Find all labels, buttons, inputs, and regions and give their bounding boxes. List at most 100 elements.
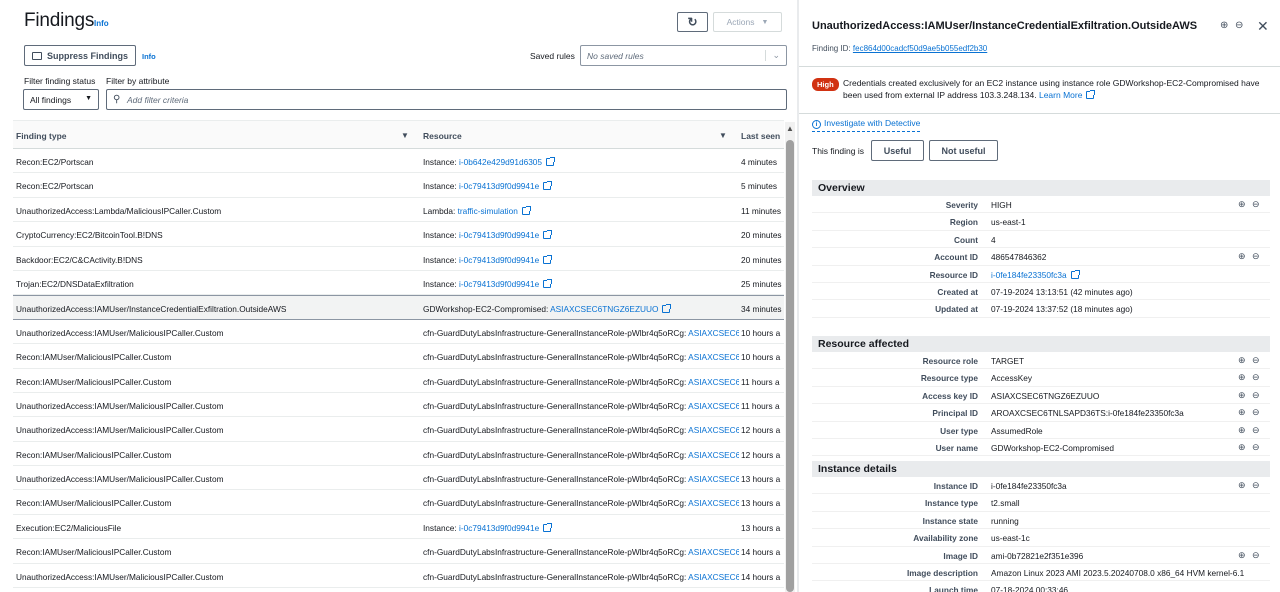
resource-link[interactable]: ASIAXCSEC6TNGZ6EZUUO <box>688 474 739 484</box>
refresh-button[interactable]: ↻ <box>677 12 708 32</box>
table-row[interactable]: Recon:IAMUser/MaliciousIPCaller.Custom cf… <box>13 442 784 467</box>
finding-type-cell[interactable]: Recon:IAMUser/MaliciousIPCaller.Custom <box>16 450 171 460</box>
finding-type-cell[interactable]: Backdoor:EC2/C&CActivity.B!DNS <box>16 255 143 265</box>
actions-dropdown-button[interactable]: Actions ▼ <box>713 12 782 32</box>
resource-link[interactable]: i-0b642e429d91d6305 <box>459 157 542 167</box>
zoom-in-icon[interactable]: ⊕ <box>1238 407 1246 418</box>
table-row[interactable]: Execution:EC2/MaliciousFile Instance: i-0… <box>13 515 784 540</box>
suppress-info-link[interactable]: Info <box>142 52 156 61</box>
resource-link[interactable]: i-0c79413d9f0d9941e <box>459 279 539 289</box>
table-row[interactable]: UnauthorizedAccess:IAMUser/InstanceCrede… <box>13 295 784 320</box>
finding-type-cell[interactable]: UnauthorizedAccess:IAMUser/InstanceCrede… <box>16 304 286 314</box>
resource-link[interactable]: i-0c79413d9f0d9941e <box>459 181 539 191</box>
zoom-out-icon[interactable]: ⊖ <box>1252 550 1260 561</box>
finding-type-cell[interactable]: Recon:IAMUser/MaliciousIPCaller.Custom <box>16 498 171 508</box>
resource-link[interactable]: ASIAXCSEC6TNGZ6EZUUO <box>688 401 739 411</box>
resource-link[interactable]: ASIAXCSEC6TNGZ6EZUUO <box>688 352 739 362</box>
table-row[interactable]: UnauthorizedAccess:IAMUser/MaliciousIPCa… <box>13 393 784 418</box>
table-row[interactable]: Recon:IAMUser/MaliciousIPCaller.Custom cf… <box>13 539 784 564</box>
table-row[interactable]: Trojan:EC2/DNSDataExfiltration Instance: … <box>13 271 784 296</box>
zoom-in-icon[interactable]: ⊕ <box>1238 442 1246 453</box>
investigate-detective-link[interactable]: i Investigate with Detective <box>812 118 921 132</box>
useful-button[interactable]: Useful <box>871 140 924 161</box>
table-row[interactable]: Recon:IAMUser/MaliciousIPCaller.Custom cf… <box>13 344 784 369</box>
saved-rules-select[interactable]: No saved rules ⌄ <box>580 45 787 66</box>
finding-type-cell[interactable]: Recon:EC2/Portscan <box>16 181 93 191</box>
finding-type-cell[interactable]: Recon:IAMUser/MaliciousIPCaller.Custom <box>16 377 171 387</box>
filter-caret-icon[interactable]: ▼ <box>401 131 409 140</box>
zoom-out-icon[interactable]: ⊖ <box>1252 425 1260 436</box>
col-finding-type[interactable]: Finding type <box>16 131 67 141</box>
zoom-in-icon[interactable]: ⊕ <box>1238 199 1246 210</box>
table-row[interactable]: CryptoCurrency:EC2/BitcoinTool.B!DNS Inst… <box>13 222 784 247</box>
zoom-in-icon[interactable]: ⊕ <box>1238 355 1246 366</box>
table-row[interactable]: UnauthorizedAccess:IAMUser/MaliciousIPCa… <box>13 417 784 442</box>
resource-link[interactable]: ASIAXCSEC6TNGZ6EZUUO <box>688 498 739 508</box>
scrollbar[interactable]: ▲ <box>785 122 795 592</box>
resource-link[interactable]: i-0c79413d9f0d9941e <box>459 230 539 240</box>
scroll-up-icon[interactable]: ▲ <box>786 124 794 133</box>
scroll-thumb[interactable] <box>786 140 794 592</box>
detail-value-link[interactable]: i-0fe184fe23350fc3a <box>991 269 1080 280</box>
resource-link[interactable]: ASIAXCSEC6TNGZ6EZUUO <box>688 328 739 338</box>
suppress-findings-button[interactable]: Suppress Findings <box>24 45 136 66</box>
finding-type-cell[interactable]: Recon:EC2/Portscan <box>16 157 93 167</box>
resource-link[interactable]: ASIAXCSEC6TNGZ6EZUUO <box>688 572 739 582</box>
zoom-out-icon[interactable]: ⊖ <box>1235 20 1243 31</box>
finding-type-cell[interactable]: CryptoCurrency:EC2/BitcoinTool.B!DNS <box>16 230 163 240</box>
finding-type-cell[interactable]: UnauthorizedAccess:Lambda/MaliciousIPCal… <box>16 206 221 216</box>
filter-caret-icon[interactable]: ▼ <box>719 131 727 140</box>
resource-link[interactable]: ASIAXCSEC6TNGZ6EZUUO <box>688 377 739 387</box>
finding-type-cell[interactable]: Recon:IAMUser/MaliciousIPCaller.Custom <box>16 547 171 557</box>
finding-type-cell[interactable]: Recon:IAMUser/MaliciousIPCaller.Custom <box>16 352 171 362</box>
table-row[interactable]: Recon:EC2/Portscan Instance: i-0b642e429d… <box>13 149 784 174</box>
zoom-in-icon[interactable]: ⊕ <box>1238 390 1246 401</box>
table-row[interactable]: UnauthorizedAccess:Lambda/MaliciousIPCal… <box>13 198 784 223</box>
finding-type-cell[interactable]: UnauthorizedAccess:IAMUser/MaliciousIPCa… <box>16 401 224 411</box>
zoom-out-icon[interactable]: ⊖ <box>1252 251 1260 262</box>
not-useful-button[interactable]: Not useful <box>929 140 998 161</box>
resource-link[interactable]: ASIAXCSEC6TNGZ6EZUUO <box>688 425 739 435</box>
resource-link[interactable]: i-0c79413d9f0d9941e <box>459 255 539 265</box>
table-row[interactable]: Recon:EC2/Portscan Instance: i-0c79413d9f… <box>13 173 784 198</box>
col-last-seen[interactable]: Last seen <box>741 131 780 141</box>
table-row[interactable]: Recon:IAMUser/MaliciousIPCaller.Custom cf… <box>13 369 784 393</box>
table-row[interactable]: Backdoor:EC2/C&CActivity.B!DNS Instance: … <box>13 247 784 271</box>
col-resource[interactable]: Resource <box>423 131 462 141</box>
finding-type-cell[interactable]: UnauthorizedAccess:IAMUser/MaliciousIPCa… <box>16 474 224 484</box>
zoom-in-icon[interactable]: ⊕ <box>1220 20 1228 31</box>
zoom-in-icon[interactable]: ⊕ <box>1238 251 1246 262</box>
close-icon[interactable]: ✕ <box>1257 18 1269 35</box>
filter-criteria-input[interactable]: ⚲ Add filter criteria <box>106 89 787 110</box>
resource-link[interactable]: ASIAXCSEC6TNGZ6EZUUO <box>688 547 739 557</box>
resource-link[interactable]: ASIAXCSEC6TNGZ6EZUUO <box>550 304 658 314</box>
resource-link[interactable]: ASIAXCSEC6TNGZ6EZUUO <box>688 450 739 460</box>
zoom-out-icon[interactable]: ⊖ <box>1252 199 1260 210</box>
zoom-in-icon[interactable]: ⊕ <box>1238 425 1246 436</box>
table-row[interactable]: UnauthorizedAccess:IAMUser/MaliciousIPCa… <box>13 466 784 491</box>
finding-type-cell[interactable]: UnauthorizedAccess:IAMUser/MaliciousIPCa… <box>16 572 224 582</box>
zoom-out-icon[interactable]: ⊖ <box>1252 372 1260 383</box>
zoom-in-icon[interactable]: ⊕ <box>1238 480 1246 491</box>
resource-link[interactable]: traffic-simulation <box>458 206 518 216</box>
table-row[interactable]: UnauthorizedAccess:IAMUser/MaliciousIPCa… <box>13 564 784 589</box>
zoom-out-icon[interactable]: ⊖ <box>1252 407 1260 418</box>
title-info-link[interactable]: Info <box>94 19 109 28</box>
finding-type-cell[interactable]: Execution:EC2/MaliciousFile <box>16 523 121 533</box>
finding-id-label: Finding ID: <box>812 44 853 53</box>
zoom-out-icon[interactable]: ⊖ <box>1252 355 1260 366</box>
zoom-out-icon[interactable]: ⊖ <box>1252 442 1260 453</box>
zoom-out-icon[interactable]: ⊖ <box>1252 390 1260 401</box>
finding-status-select[interactable]: All findings ▼ <box>23 89 99 110</box>
table-row[interactable]: Recon:IAMUser/MaliciousIPCaller.Custom cf… <box>13 490 784 515</box>
table-row[interactable]: UnauthorizedAccess:IAMUser/MaliciousIPCa… <box>13 320 784 345</box>
finding-type-cell[interactable]: UnauthorizedAccess:IAMUser/MaliciousIPCa… <box>16 328 224 338</box>
zoom-in-icon[interactable]: ⊕ <box>1238 372 1246 383</box>
finding-type-cell[interactable]: UnauthorizedAccess:IAMUser/MaliciousIPCa… <box>16 425 224 435</box>
finding-id-link[interactable]: fec864d00cadcf50d9ae5b055edf2b30 <box>853 44 987 53</box>
zoom-out-icon[interactable]: ⊖ <box>1252 480 1260 491</box>
finding-type-cell[interactable]: Trojan:EC2/DNSDataExfiltration <box>16 279 134 289</box>
learn-more-link[interactable]: Learn More <box>1039 89 1096 100</box>
zoom-in-icon[interactable]: ⊕ <box>1238 550 1246 561</box>
resource-link[interactable]: i-0c79413d9f0d9941e <box>459 523 539 533</box>
